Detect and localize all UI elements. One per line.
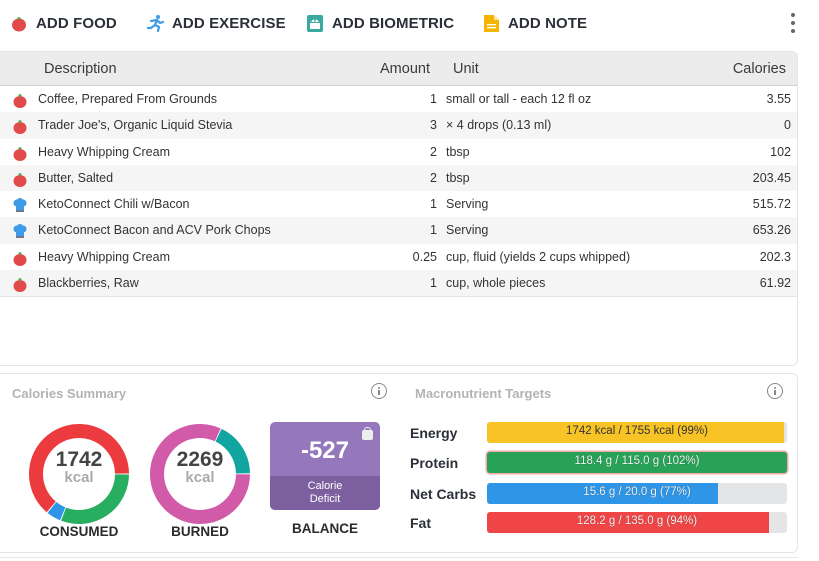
row-unit: Serving: [446, 223, 489, 238]
row-amount: 1: [430, 92, 437, 106]
apple-icon: [12, 92, 28, 108]
macro-label-fat: Fat: [410, 515, 431, 531]
apple-icon: [12, 171, 28, 187]
consumed-unit: kcal: [64, 469, 94, 486]
table-row[interactable]: Trader Joe's, Organic Liquid Stevia 3 × 4 …: [0, 112, 797, 139]
scale-weight-icon: [306, 14, 324, 32]
table-row[interactable]: Butter, Salted 2 tbsp 203.45: [0, 164, 797, 192]
macro-bar-fat[interactable]: 128.2 g / 135.0 g (94%): [487, 512, 787, 533]
macro-bar-energy[interactable]: 1742 kcal / 1755 kcal (99%): [487, 422, 787, 443]
macro-bar-text: 1742 kcal / 1755 kcal (99%): [566, 425, 708, 437]
calories-summary-title: Calories Summary: [12, 386, 127, 401]
table-row[interactable]: Heavy Whipping Cream 0.25 cup, fluid (yiel…: [0, 244, 797, 270]
apple-icon: [12, 250, 28, 266]
row-calories: 653.26: [752, 223, 791, 238]
consumed-ring[interactable]: 1742 kcal: [27, 422, 131, 526]
macro-label-protein: Protein: [410, 455, 459, 471]
row-calories: 3.55: [766, 92, 791, 106]
apple-icon: [12, 145, 28, 161]
balance-subtitle: Calorie Deficit: [270, 476, 380, 510]
table-row[interactable]: Coffee, Prepared From Grounds 1 small or t…: [0, 86, 797, 112]
row-amount: 3: [430, 118, 437, 133]
toolbar: ADD FOOD ADD EXERCISE ADD BIOMETRIC ADD …: [0, 0, 819, 46]
macro-label-energy: Energy: [410, 425, 458, 441]
ring-segment-carbs: [47, 501, 66, 521]
kebab-menu-icon[interactable]: [788, 12, 798, 34]
add-biometric-label: ADD BIOMETRIC: [332, 14, 455, 32]
chef-hat-icon: [12, 197, 28, 213]
row-unit: Serving: [446, 197, 489, 212]
row-unit: tbsp: [446, 170, 470, 185]
food-diary-table: Description Amount Unit Calories Coffee,…: [0, 51, 798, 366]
burned-ring[interactable]: 2269 kcal: [148, 422, 252, 526]
macro-bar-protein[interactable]: 118.4 g / 115.0 g (102%): [487, 452, 787, 473]
table-row[interactable]: Blackberries, Raw 1 cup, whole pieces 61.92: [0, 270, 797, 297]
row-amount: 1: [430, 223, 437, 238]
balance-card[interactable]: -527 Calorie Deficit: [270, 422, 380, 510]
apple-icon: [12, 276, 28, 293]
chef-hat-icon: [12, 223, 28, 239]
macro-bar-text: 128.2 g / 135.0 g (94%): [576, 515, 698, 527]
burned-label: BURNED: [171, 524, 229, 539]
row-calories: 203.45: [752, 170, 791, 185]
add-exercise-button[interactable]: ADD EXERCISE: [146, 12, 286, 34]
macro-label-net-carbs: Net Carbs: [410, 486, 477, 502]
add-biometric-button[interactable]: ADD BIOMETRIC: [306, 12, 454, 34]
row-calories: 102: [770, 144, 791, 159]
info-icon[interactable]: [371, 383, 387, 399]
balance-sub-line-1: Calorie: [307, 480, 343, 492]
row-calories: 61.92: [759, 276, 791, 291]
row-description: KetoConnect Bacon and ACV Pork Chops: [38, 223, 271, 238]
macronutrient-targets-title: Macronutrient Targets: [415, 386, 552, 401]
row-description: Coffee, Prepared From Grounds: [38, 92, 218, 106]
column-unit[interactable]: Unit: [453, 61, 479, 77]
row-amount: 0.25: [412, 249, 437, 264]
apple-icon: [10, 14, 28, 32]
table-row[interactable]: Heavy Whipping Cream 2 tbsp 102: [0, 139, 797, 165]
row-description: Trader Joe's, Organic Liquid Stevia: [38, 118, 233, 133]
consumed-label: CONSUMED: [39, 524, 119, 539]
macro-bar-text: 118.4 g / 115.0 g (102%): [574, 455, 700, 467]
column-description[interactable]: Description: [44, 61, 117, 77]
row-calories: 202.3: [759, 249, 791, 264]
info-icon[interactable]: [767, 383, 783, 399]
macro-bar-text: 15.6 g / 20.0 g (77%): [583, 486, 691, 498]
column-amount[interactable]: Amount: [380, 61, 430, 77]
add-note-button[interactable]: ADD NOTE: [482, 12, 587, 34]
running-person-icon: [146, 14, 165, 33]
row-amount: 1: [430, 197, 437, 212]
row-amount: 1: [430, 276, 437, 291]
row-unit: cup, fluid (yields 2 cups whipped): [446, 249, 631, 264]
row-amount: 2: [430, 170, 437, 185]
balance-sub-line-2: Deficit: [309, 493, 341, 505]
apple-icon: [12, 118, 28, 135]
row-description: KetoConnect Chili w/Bacon: [38, 197, 190, 212]
balance-value: -527: [300, 437, 350, 464]
add-food-label: ADD FOOD: [36, 14, 117, 32]
column-calories[interactable]: Calories: [733, 61, 786, 77]
row-calories: 515.72: [752, 197, 791, 212]
row-description: Butter, Salted: [38, 170, 114, 185]
table-header: Description Amount Unit Calories: [0, 52, 797, 86]
row-description: Heavy Whipping Cream: [38, 144, 170, 159]
add-note-label: ADD NOTE: [508, 14, 588, 32]
table-row[interactable]: KetoConnect Bacon and ACV Pork Chops 1 Ser…: [0, 217, 797, 244]
row-unit: tbsp: [446, 144, 470, 159]
note-icon: [482, 14, 500, 32]
balance-label: BALANCE: [292, 521, 358, 536]
row-description: Heavy Whipping Cream: [38, 249, 170, 264]
row-amount: 2: [430, 144, 437, 159]
add-exercise-label: ADD EXERCISE: [172, 14, 286, 32]
table-row[interactable]: KetoConnect Chili w/Bacon 1 Serving 515.72: [0, 191, 797, 217]
table-body: Coffee, Prepared From Grounds 1 small or t…: [0, 86, 797, 298]
row-unit: × 4 drops (0.13 ml): [446, 118, 552, 133]
row-unit: small or tall - each 12 fl oz: [446, 92, 592, 106]
add-food-button[interactable]: ADD FOOD: [10, 12, 117, 34]
row-unit: cup, whole pieces: [446, 276, 546, 291]
burned-unit: kcal: [185, 469, 215, 486]
row-calories: 0: [784, 118, 791, 133]
divider: [0, 557, 798, 561]
macro-bar-net-carbs[interactable]: 15.6 g / 20.0 g (77%): [487, 483, 787, 504]
row-description: Blackberries, Raw: [38, 276, 139, 291]
